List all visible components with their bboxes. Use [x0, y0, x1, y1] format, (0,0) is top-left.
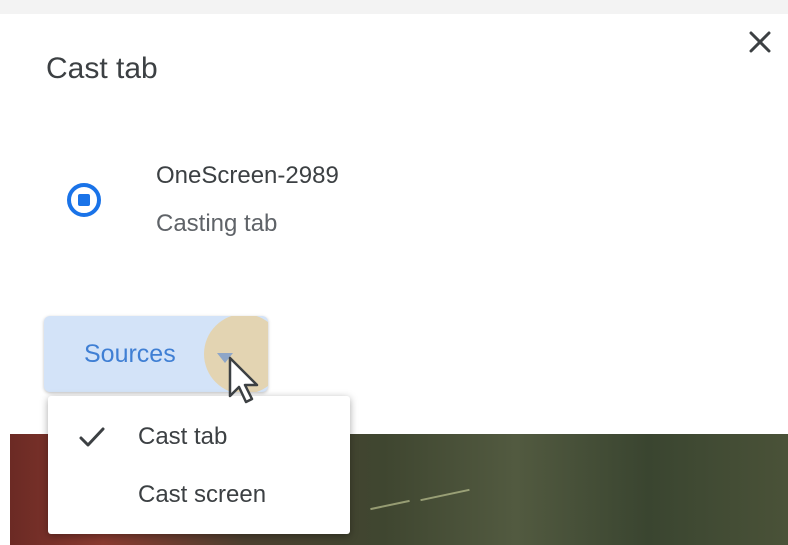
- device-status: Casting tab: [156, 210, 278, 237]
- cast-dialog-screen: Cast tab OneScreen-2989 Casting tab Sour…: [0, 0, 788, 545]
- device-name: OneScreen-2989: [156, 162, 339, 189]
- check-icon: [78, 424, 106, 450]
- close-icon[interactable]: [744, 26, 776, 58]
- stop-cast-icon[interactable]: [64, 180, 104, 220]
- sources-label: Sources: [84, 340, 176, 368]
- menu-item-cast-tab[interactable]: Cast tab: [48, 410, 350, 466]
- sources-menu: Cast tab Cast screen: [48, 396, 350, 534]
- device-row[interactable]: OneScreen-2989 Casting tab: [50, 150, 450, 250]
- dialog-title: Cast tab: [46, 52, 158, 85]
- video-streak: [370, 499, 410, 511]
- top-strip: [0, 0, 788, 14]
- menu-item-label: Cast tab: [138, 423, 228, 450]
- menu-item-cast-screen[interactable]: Cast screen: [48, 468, 350, 524]
- video-streak: [420, 488, 470, 502]
- menu-item-label: Cast screen: [138, 481, 267, 508]
- mouse-cursor-icon: [226, 356, 266, 408]
